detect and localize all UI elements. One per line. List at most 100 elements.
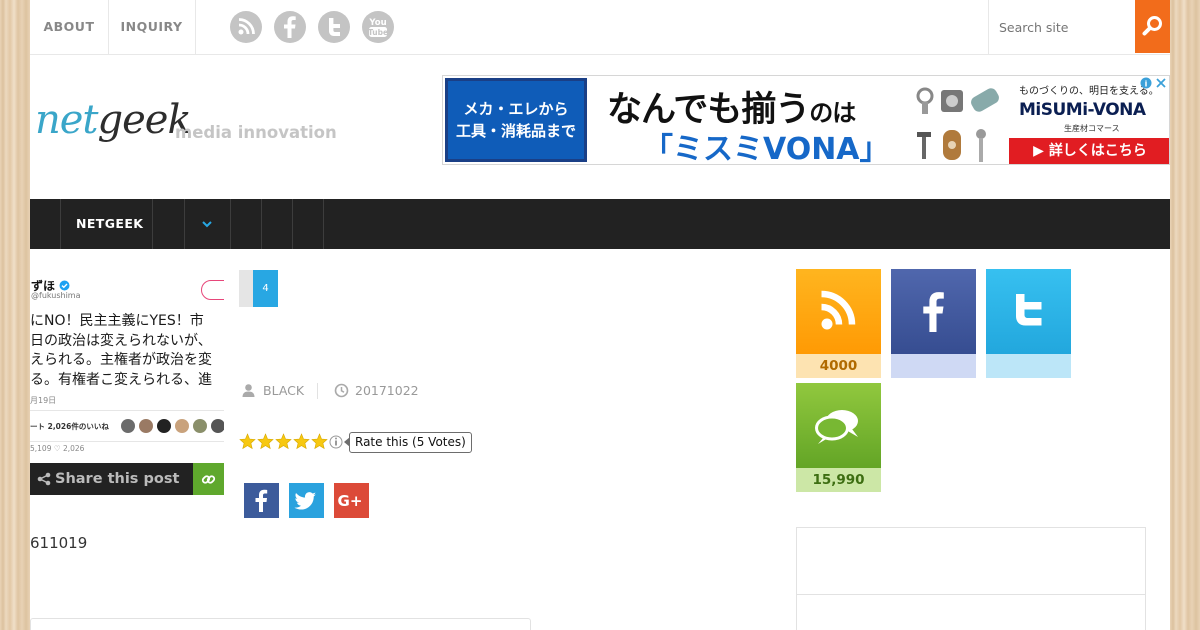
sidebar-box-divider [797, 594, 1145, 595]
tweet-stats: ート 2,026件のいいね [30, 410, 224, 442]
nav-divider [292, 199, 293, 249]
permalink-button[interactable] [193, 463, 224, 495]
logo-net: net [35, 97, 99, 143]
main-navigation: NETGEEK [30, 199, 1170, 249]
star-icon [257, 433, 274, 450]
search-box [988, 0, 1136, 54]
star-icon [239, 433, 256, 450]
ad-right-logo: MiSUMi-VONA [1019, 100, 1146, 120]
share-label: Share this post [55, 471, 180, 487]
rss-subscribers-widget[interactable]: 4000 [796, 269, 881, 378]
share-icon [37, 472, 51, 486]
view-counter: 611019 [30, 534, 88, 552]
rss-icon[interactable] [230, 11, 262, 43]
star-rating-icons [239, 433, 343, 450]
share-this-post-bar[interactable]: Share this post [30, 463, 193, 495]
ad-headline-suffix: のは [809, 99, 856, 127]
ad-right-sub: 生産材コマース [1064, 124, 1120, 133]
site-logo[interactable]: netgeek [35, 97, 192, 143]
category-tag-edge [239, 270, 253, 307]
nav-divider [60, 199, 61, 249]
rss-icon [821, 290, 856, 330]
tweet-line: る。有権者こ変えられる、進 [30, 371, 212, 388]
chevron-down-icon [202, 221, 212, 228]
twitter-icon[interactable] [318, 11, 350, 43]
post-date: 20171022 [355, 383, 419, 398]
twitter-followers-widget[interactable] [986, 269, 1071, 378]
rss-count: 4000 [796, 354, 881, 378]
ad-middle-panel: なんでも揃うのは 「ミスミVONA」 [593, 76, 1011, 165]
twitter-icon [1016, 294, 1042, 326]
link-icon [201, 475, 216, 484]
facebook-fans-widget[interactable] [891, 269, 976, 378]
nav-divider [230, 199, 231, 249]
svg-text:Tube: Tube [368, 28, 388, 37]
nav-divider [261, 199, 262, 249]
user-icon [242, 384, 255, 397]
share-twitter-button[interactable] [289, 483, 324, 518]
svg-text:i: i [1145, 80, 1148, 89]
youtube-icon[interactable]: You Tube [362, 11, 394, 43]
rating-stars[interactable] [239, 433, 345, 455]
speech-bubbles-icon [815, 410, 858, 444]
tweet-line: えられる。主権者が政治を変 [30, 352, 212, 368]
feedly-subscribers-widget[interactable]: 15,990 [796, 383, 881, 492]
tweet-handle: @fukushima [31, 291, 81, 300]
advertisement-banner[interactable]: メカ・エレから 工具・消耗品まで なんでも揃うのは 「ミスミVONA」 ものづく… [442, 75, 1170, 165]
twitter-tile [986, 269, 1071, 354]
nav-divider [152, 199, 153, 249]
tweet-text: にNO！民主主義にYES！市 日の政治は変えられないが、 えられる。主権者が政治… [30, 312, 212, 390]
follow-button [201, 280, 224, 300]
ad-left-line1: メカ・エレから [463, 100, 569, 118]
liker-avatars [121, 419, 224, 433]
post-author[interactable]: BLACK [263, 383, 304, 398]
search-input[interactable] [999, 2, 1129, 52]
wood-background-right [1170, 0, 1200, 630]
post-thumbnail[interactable]: ずほ @fukushima にNO！民主主義にYES！市 日の政治は変えられない… [30, 268, 224, 463]
facebook-icon [923, 292, 944, 332]
meta-divider [317, 383, 318, 399]
twitter-icon [294, 492, 316, 510]
tweet-line: にNO！民主主義にYES！市 [30, 313, 204, 329]
category-tag-number[interactable]: 4 [253, 270, 278, 307]
search-icon [1142, 16, 1162, 36]
facebook-icon [255, 489, 268, 512]
tweet-date: 月19日 [30, 396, 57, 405]
google-plus-icon: G+ [338, 492, 363, 510]
comment-box[interactable] [30, 618, 531, 630]
about-link[interactable]: ABOUT [30, 0, 109, 54]
search-button[interactable] [1135, 0, 1170, 53]
wood-background-left [0, 0, 30, 630]
rating-tooltip: Rate this (5 Votes) [349, 432, 472, 453]
ad-cta[interactable]: ▶ 詳しくはこちら [1009, 138, 1169, 164]
facebook-icon[interactable] [274, 11, 306, 43]
tools-image [916, 87, 999, 162]
ad-right-small: ものづくりの、明日を支える。 [1019, 86, 1159, 97]
nav-item-netgeek[interactable]: NETGEEK [76, 199, 143, 249]
tweet-line: 日の政治は変えられないが、 [30, 332, 212, 349]
inquiry-link[interactable]: INQUIRY [108, 0, 196, 54]
share-google-plus-button[interactable]: G+ [334, 483, 369, 518]
ad-left-panel: メカ・エレから 工具・消耗品まで [445, 78, 587, 162]
page-container: ABOUT INQUIRY YouTube netgeek media inno… [30, 0, 1170, 630]
rss-tile [796, 269, 881, 354]
tweet-action-counts: 5,109 ♡ 2,026 [30, 444, 85, 453]
nav-dropdown-toggle[interactable] [184, 199, 230, 249]
ad-left-line2: 工具・消耗品まで [455, 122, 576, 140]
star-icon [293, 433, 310, 450]
ad-brand: 「ミスミVONA」 [643, 132, 890, 165]
share-facebook-button[interactable] [244, 483, 279, 518]
facebook-count [891, 354, 976, 378]
ad-choices-icon[interactable]: i [1139, 76, 1169, 90]
twitter-count [986, 354, 1071, 378]
verified-icon [59, 280, 70, 291]
svg-text:You: You [368, 18, 386, 28]
facebook-tile [891, 269, 976, 354]
clock-icon [334, 383, 349, 398]
nav-divider [323, 199, 324, 249]
feedly-tile [796, 383, 881, 468]
star-icon [311, 433, 328, 450]
sidebar-box [796, 527, 1146, 630]
star-icon [275, 433, 292, 450]
top-bar: ABOUT INQUIRY You Tube [30, 0, 1170, 55]
